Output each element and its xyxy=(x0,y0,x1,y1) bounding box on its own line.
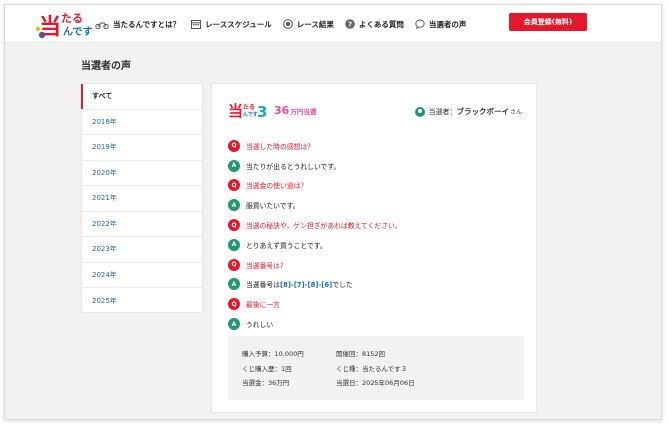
nav-label: レーススケジュール xyxy=(205,19,272,29)
prize-money: 当選金：36万円 xyxy=(242,379,290,388)
question-text: 当選した時の感想は？ xyxy=(246,142,314,151)
winner-name: ブラックボーイ xyxy=(456,107,509,116)
sidebar-item-2020[interactable]: 2020年 xyxy=(82,161,202,186)
answer-text: 当選番号は[8]-[7]-[8]-[6]でした xyxy=(246,279,353,289)
winner-honorific: さん xyxy=(509,109,522,116)
answer-text: とりあえず買うことです。 xyxy=(246,241,327,250)
answer-row: A 当たりが出るとうれしいです。 xyxy=(228,156,528,176)
page-title: 当選者の声 xyxy=(81,61,131,72)
nav-item-about[interactable]: 当たるんですとは？ xyxy=(95,19,180,30)
sidebar-item-2024[interactable]: 2024年 xyxy=(82,263,202,288)
site-header: 当 たる んです 当たるんですとは？ レーススケジュール レース結果 ? よくあ… xyxy=(5,5,661,43)
site-logo[interactable]: 当 たる んです xyxy=(33,8,95,41)
purchase-budget: 購入予算：10,000円 xyxy=(242,350,304,358)
answer-badge-icon: A xyxy=(228,278,240,291)
answer-row: A とりあえず買うことです。 xyxy=(228,235,528,255)
nav-label: よくある質問 xyxy=(358,19,404,29)
nav-label: 当たるんですとは？ xyxy=(113,19,181,29)
nav-item-faq[interactable]: ? よくある質問 xyxy=(345,19,404,30)
qa-list: Q 当選した時の感想は？ A 当たりが出るとうれしいです。 Q 当選金の使い道は… xyxy=(228,136,528,334)
main-nav: 当たるんですとは？ レーススケジュール レース結果 ? よくある質問 当選者の声 xyxy=(95,5,477,43)
motorcycle-icon xyxy=(95,22,109,29)
sidebar-item-2023[interactable]: 2023年 xyxy=(82,237,202,263)
sidebar-item-2021[interactable]: 2021年 xyxy=(82,186,202,212)
svg-text:?: ? xyxy=(348,21,352,29)
sidebar-item-2018[interactable]: 2018年 xyxy=(82,110,202,135)
question-row: Q 当選金の使い道は？ xyxy=(228,176,528,196)
nav-label: レース結果 xyxy=(296,19,334,29)
answer-text: 当たりが出るとうれしいです。 xyxy=(246,162,341,171)
sidebar-item-2025[interactable]: 2025年 xyxy=(82,288,202,314)
svg-text:んです: んです xyxy=(243,111,258,118)
question-text: 当選金の使い道は？ xyxy=(246,182,308,191)
speech-bubble-icon xyxy=(415,19,425,29)
svg-text:んです: んです xyxy=(63,26,93,38)
question-badge-icon: Q xyxy=(228,179,240,192)
calendar-icon xyxy=(191,20,202,29)
answer-badge-icon: A xyxy=(228,199,240,212)
nav-item-testimonials[interactable]: 当選者の声 xyxy=(415,19,467,30)
question-row: Q 最後に一言 xyxy=(228,294,528,314)
svg-text:3: 3 xyxy=(257,103,267,120)
prize-amount-value: 36 xyxy=(274,104,290,117)
answer-text-suffix: でした xyxy=(332,281,353,290)
target-icon xyxy=(282,19,293,29)
prize-amount-suffix: 万円当選 xyxy=(290,108,317,116)
nav-item-results[interactable]: レース結果 xyxy=(282,19,334,30)
page-frame: 当 たる んです 当たるんですとは？ レーススケジュール レース結果 ? よくあ… xyxy=(4,4,662,420)
answer-row: A 当選番号は[8]-[7]-[8]-[6]でした xyxy=(228,275,528,295)
winner-info: 当選者： ブラックボーイ さん xyxy=(415,106,522,117)
prize-amount: 36 万円当選 xyxy=(274,104,316,117)
question-icon: ? xyxy=(345,19,355,29)
user-avatar-icon xyxy=(415,106,426,117)
question-row: Q 当選した時の感想は？ xyxy=(228,136,528,156)
answer-text: うれしい xyxy=(246,321,274,330)
sidebar-item-2019[interactable]: 2019年 xyxy=(82,135,202,161)
svg-text:当: 当 xyxy=(39,15,61,40)
answer-row: A うれしい xyxy=(228,314,528,334)
answer-badge-icon: A xyxy=(228,159,240,172)
purchase-count: くじ購入歴：1回 xyxy=(242,364,292,373)
signup-button[interactable]: 会員登録(無料) xyxy=(509,13,587,31)
nav-item-schedule[interactable]: レーススケジュール xyxy=(191,19,272,30)
question-row: Q 当選の秘訣や、ゲン担ぎがあれば教えてください。 xyxy=(228,215,528,235)
year-filter-sidebar: すべて 2018年 2019年 2020年 2021年 2022年 2023年 … xyxy=(81,83,203,313)
win-date: 当選日：2025年06月06日 xyxy=(336,379,415,388)
question-text: 当選番号は？ xyxy=(246,261,287,270)
question-text: 最後に一言 xyxy=(246,301,280,310)
lottery-logo: 当 たる んです 3 xyxy=(228,100,268,121)
svg-text:たる: たる xyxy=(61,12,83,25)
question-badge-icon: Q xyxy=(228,219,240,232)
winning-number: [8]-[7]-[8]-[6] xyxy=(279,281,333,290)
question-badge-icon: Q xyxy=(228,298,240,311)
question-row: Q 当選番号は？ xyxy=(228,255,528,275)
svg-text:当: 当 xyxy=(228,102,243,120)
testimonial-card: 当 たる んです 3 36 万円当選 当選者： ブラックボーイ さん Q 当選し… xyxy=(211,83,537,413)
svg-text:たる: たる xyxy=(243,104,255,111)
draw-round: 開催回：8152回 xyxy=(336,350,386,358)
nav-label: 当選者の声 xyxy=(428,19,467,29)
question-badge-icon: Q xyxy=(228,139,240,152)
answer-row: A 服買いたいです。 xyxy=(228,195,528,215)
lottery-type: くじ種：当たるんです３ xyxy=(336,364,408,373)
answer-badge-icon: A xyxy=(228,318,240,331)
question-badge-icon: Q xyxy=(228,258,240,271)
sidebar-item-all[interactable]: すべて xyxy=(81,84,202,110)
answer-text: 服買いたいです。 xyxy=(246,202,300,211)
winner-label: 当選者： xyxy=(428,107,457,116)
win-details-box: 購入予算：10,000円 開催回：8152回 くじ購入歴：1回 くじ種：当たるん… xyxy=(228,336,524,400)
answer-text-prefix: 当選番号は xyxy=(246,281,280,290)
sidebar-item-2022[interactable]: 2022年 xyxy=(82,212,202,237)
question-text: 当選の秘訣や、ゲン担ぎがあれば教えてください。 xyxy=(246,222,402,231)
answer-badge-icon: A xyxy=(228,238,240,251)
